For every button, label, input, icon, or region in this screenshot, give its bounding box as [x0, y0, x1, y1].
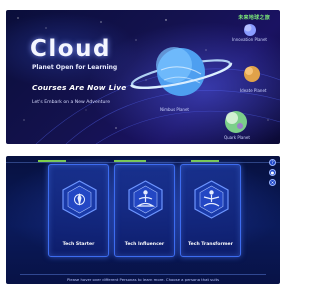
- footer-instructions: Please hover over different Personas to …: [66, 277, 220, 282]
- landing-banner: 未来地球之旅 Cloud Planet Open for Learning Co…: [6, 10, 280, 144]
- nimbus-planet-graphic[interactable]: [130, 47, 233, 96]
- top-bar-accent: [114, 160, 146, 162]
- hero-title: Cloud: [30, 36, 111, 62]
- persona-card-label: Tech Transformer: [188, 242, 233, 247]
- planet-label-nimbus[interactable]: Nimbus Planet: [160, 107, 189, 112]
- divider: [20, 274, 266, 275]
- planet-label-quark[interactable]: Quark Planet: [224, 135, 250, 140]
- hero-tagline: Let's Embark on a New Adventure: [32, 100, 111, 105]
- persona-card-tech-transformer[interactable]: Tech Transformer: [180, 164, 241, 257]
- quark-planet-graphic[interactable]: [225, 111, 247, 133]
- ideate-planet-graphic[interactable]: [244, 66, 260, 82]
- brand-logo: 未来地球之旅: [238, 15, 270, 21]
- persona-selection-panel: ? ● ✕ Tech Starter Tech Influencer Tech …: [6, 156, 280, 284]
- close-icon[interactable]: ✕: [269, 179, 276, 186]
- help-icon[interactable]: ?: [269, 159, 276, 166]
- record-icon[interactable]: ●: [269, 169, 276, 176]
- innovation-planet-graphic[interactable]: [244, 24, 256, 36]
- persona-card-tech-influencer[interactable]: Tech Influencer: [114, 164, 175, 257]
- top-bar-accent: [191, 160, 219, 162]
- persona-card-label: Tech Starter: [62, 242, 95, 247]
- planet-label-ideate[interactable]: Ideate Planet: [240, 88, 266, 93]
- top-bar: [6, 156, 280, 163]
- meditation-figure-icon: [128, 180, 163, 219]
- top-bar-accent: [38, 160, 66, 162]
- persona-card-tech-starter[interactable]: Tech Starter: [48, 164, 109, 257]
- meditation-figure-icon: [194, 180, 229, 219]
- hero-subtitle: Planet Open for Learning: [32, 64, 118, 71]
- planet-label-innovation[interactable]: Innovation Planet: [232, 37, 267, 42]
- hero-headline: Courses Are Now Live: [32, 83, 127, 92]
- starfield-background: [17, 17, 280, 144]
- rocket-icon: [62, 180, 97, 219]
- persona-card-label: Tech Influencer: [124, 242, 165, 247]
